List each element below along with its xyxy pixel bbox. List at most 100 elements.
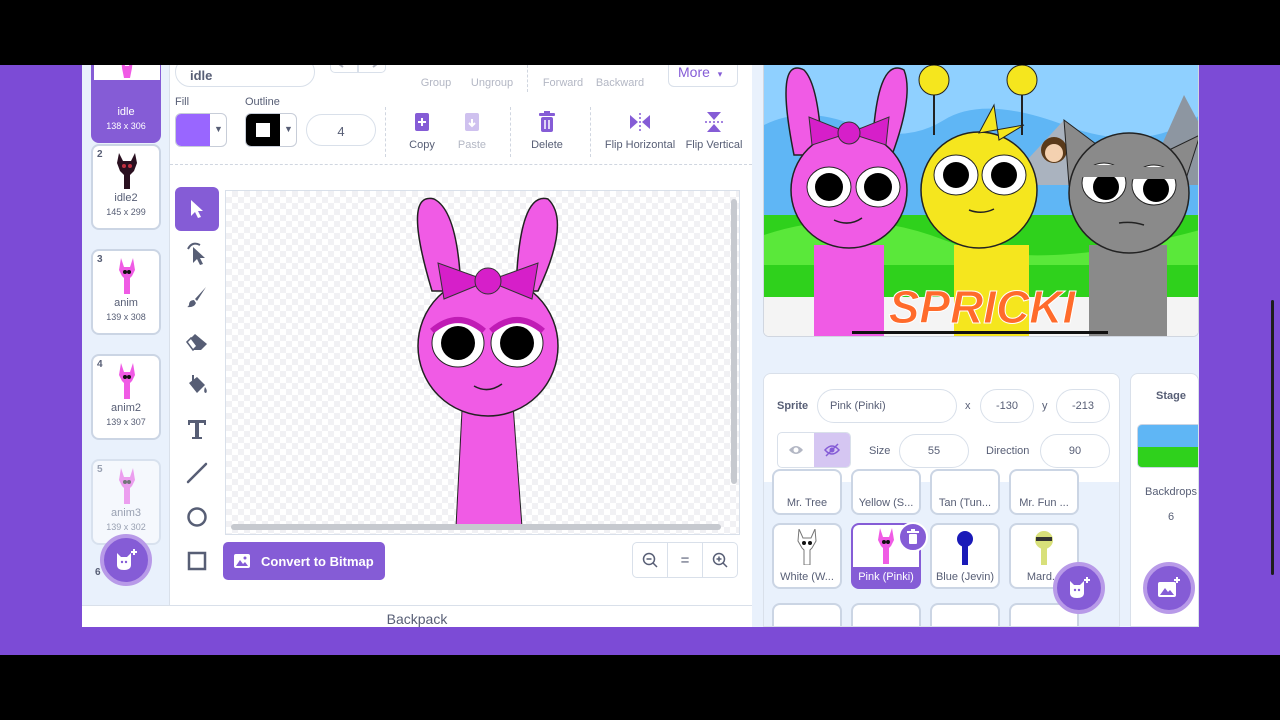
- costume-item-5[interactable]: 5 anim3 139 x 302: [91, 459, 161, 545]
- costume-size: 139 x 307: [106, 417, 146, 427]
- costume-name: idle: [117, 106, 135, 118]
- brush-tool[interactable]: [175, 275, 219, 319]
- sprite-tile[interactable]: Tan (Tun...: [930, 469, 1000, 515]
- line-tool[interactable]: [175, 451, 219, 495]
- sprite-tile[interactable]: Blue (Jevin): [930, 523, 1000, 589]
- sprite-tile[interactable]: Mr. Fun ...: [1009, 469, 1079, 515]
- choose-backdrop-button[interactable]: [1143, 562, 1195, 614]
- sprite-name: Mr. Tree: [786, 497, 828, 509]
- circle-tool[interactable]: [175, 495, 219, 539]
- image-plus-icon: [1158, 577, 1180, 597]
- undo-button[interactable]: [330, 65, 358, 73]
- backdrops-label: Backdrops: [1145, 486, 1197, 498]
- line-icon: [186, 462, 208, 484]
- backdrop-thumbnail: [1137, 424, 1198, 468]
- flip-horizontal-label: Flip Horizontal: [604, 139, 676, 151]
- size-input[interactable]: 55: [899, 434, 969, 468]
- page-scrollbar[interactable]: [1271, 300, 1274, 575]
- cat-plus-icon: [117, 549, 137, 570]
- chevron-down-icon: ▼: [214, 124, 223, 134]
- show-button[interactable]: [778, 433, 814, 467]
- rectangle-tool[interactable]: [175, 539, 219, 583]
- flip-vertical-label: Flip Vertical: [685, 139, 743, 151]
- sprite-name-input[interactable]: Pink (Pinki): [817, 389, 957, 423]
- choose-costume-button[interactable]: [100, 534, 152, 586]
- arrow-cursor-icon: [191, 200, 203, 218]
- costume-item-3[interactable]: 3 anim 139 x 308: [91, 249, 161, 335]
- brush-icon: [187, 287, 206, 308]
- backward-label: Backward: [595, 77, 645, 89]
- eye-icon: [789, 446, 803, 454]
- costume-list[interactable]: idle 138 x 306 2 idle2 145 x 299 3 anim …: [82, 65, 170, 605]
- fill-tool[interactable]: [175, 363, 219, 407]
- convert-to-bitmap-label: Convert to Bitmap: [261, 553, 374, 569]
- paint-canvas[interactable]: [225, 190, 740, 535]
- trash-icon: [907, 529, 919, 544]
- costume-thumbnail: [111, 152, 143, 190]
- sprite-label: Sprite: [777, 400, 809, 412]
- delete-button[interactable]: Delete: [522, 110, 572, 151]
- sprite-tile[interactable]: [930, 603, 1000, 626]
- image-icon: [234, 554, 250, 568]
- delete-sprite-button[interactable]: [898, 522, 928, 552]
- convert-to-bitmap-button[interactable]: Convert to Bitmap: [223, 542, 385, 580]
- x-input[interactable]: -130: [980, 389, 1034, 423]
- canvas-horizontal-scrollbar[interactable]: [231, 524, 721, 530]
- outline-width-input[interactable]: 4: [306, 114, 376, 146]
- flip-vertical-button[interactable]: Flip Vertical: [682, 110, 746, 151]
- paste-button[interactable]: Paste: [452, 110, 492, 151]
- outline-color-picker[interactable]: ▼: [245, 113, 297, 147]
- more-label: More: [678, 65, 710, 80]
- sprite-tile[interactable]: Mr. Tree: [772, 469, 842, 515]
- costume-number: 2: [97, 149, 103, 160]
- backpack-label: Backpack: [386, 611, 448, 627]
- sprite-tile[interactable]: [851, 603, 921, 626]
- letterbox-bottom: [0, 655, 1280, 720]
- backward-button[interactable]: Backward: [593, 65, 647, 89]
- copy-label: Copy: [409, 139, 435, 151]
- canvas-vertical-scrollbar[interactable]: [731, 199, 737, 484]
- toolbar-divider: [385, 107, 386, 157]
- fill-color-picker[interactable]: ▼: [175, 113, 227, 147]
- costume-item-2[interactable]: 2 idle2 145 x 299: [91, 144, 161, 230]
- costume-item-1[interactable]: idle 138 x 306: [91, 65, 161, 143]
- group-button[interactable]: Group: [410, 65, 462, 89]
- sprite-tile[interactable]: Yellow (S...: [851, 469, 921, 515]
- sprite-tile[interactable]: White (W...: [772, 523, 842, 589]
- choose-sprite-button[interactable]: [1053, 562, 1105, 614]
- redo-button[interactable]: [358, 65, 386, 73]
- fill-swatch: [176, 114, 210, 146]
- direction-input[interactable]: 90: [1040, 434, 1110, 468]
- ungroup-button[interactable]: Ungroup: [468, 65, 516, 89]
- zoom-reset-button[interactable]: =: [668, 543, 703, 577]
- paint-bucket-icon: [189, 375, 207, 393]
- zoom-in-button[interactable]: [703, 543, 737, 577]
- copy-button[interactable]: Copy: [402, 110, 442, 151]
- eraser-tool[interactable]: [175, 319, 219, 363]
- sprite-tile[interactable]: [772, 603, 842, 626]
- costume-name-input[interactable]: idle: [175, 65, 315, 87]
- toolbar-divider: [590, 107, 591, 157]
- paint-editor: idle Group Ungroup Forward Backward More…: [170, 65, 752, 605]
- y-input[interactable]: -213: [1056, 389, 1110, 423]
- sprite-name: White (W...: [780, 571, 834, 583]
- zoom-out-button[interactable]: [633, 543, 668, 577]
- flip-horizontal-button[interactable]: Flip Horizontal: [600, 110, 680, 151]
- costume-size: 139 x 308: [106, 312, 146, 322]
- text-tool[interactable]: [175, 407, 219, 451]
- costume-thumbnail: [94, 65, 160, 80]
- forward-button[interactable]: Forward: [538, 65, 588, 89]
- costume-item-4[interactable]: 4 anim2 139 x 307: [91, 354, 161, 440]
- stage-view[interactable]: SPRICKI: [763, 65, 1199, 337]
- backpack-bar[interactable]: Backpack: [82, 605, 752, 627]
- trash-icon: [539, 111, 555, 132]
- visibility-toggle: [777, 432, 851, 468]
- paint-tools: [175, 187, 219, 583]
- circle-icon: [187, 507, 207, 527]
- select-tool[interactable]: [175, 187, 219, 231]
- hide-button[interactable]: [814, 433, 850, 467]
- paste-label: Paste: [457, 139, 487, 151]
- costume-size: 145 x 299: [106, 207, 146, 217]
- more-button[interactable]: More ▾: [668, 65, 738, 87]
- reshape-tool[interactable]: [175, 231, 219, 275]
